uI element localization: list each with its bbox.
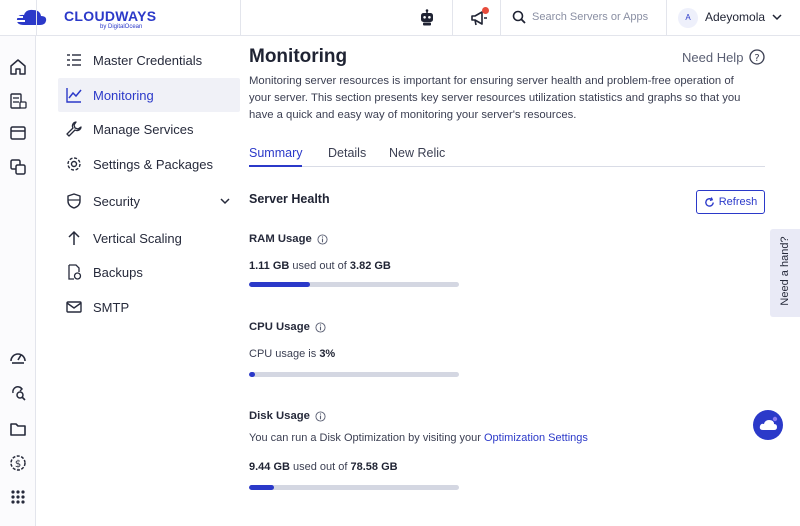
nav-item-security[interactable]: Security	[58, 184, 240, 218]
metric-title: RAM Usage	[249, 233, 312, 245]
nav-item-settings-packages[interactable]: Settings & Packages	[58, 147, 240, 181]
metric-title: CPU Usage	[249, 321, 310, 333]
cpu-value: 3%	[319, 348, 336, 360]
tab-summary[interactable]: Summary	[249, 146, 303, 167]
cpu-prefix: CPU usage is	[249, 348, 320, 360]
need-a-hand-tab[interactable]: Need a hand?	[770, 229, 800, 317]
backup-icon	[68, 264, 82, 280]
ram-usage-label: RAM Usage	[249, 233, 328, 245]
chevron-down-icon[interactable]	[772, 13, 782, 21]
billing-icon[interactable]: $	[9, 454, 27, 472]
chat-launcher-button[interactable]	[753, 410, 783, 440]
notification-dot	[482, 7, 489, 14]
info-icon[interactable]	[317, 233, 328, 245]
metric-title: Disk Usage	[249, 410, 310, 422]
disk-hint-prefix: You can run a Disk Optimization by visit…	[249, 432, 484, 444]
disk-hint-text: You can run a Disk Optimization by visit…	[249, 432, 588, 444]
tab-details[interactable]: Details	[328, 146, 366, 167]
avatar[interactable]: A	[678, 8, 698, 28]
divider	[240, 0, 241, 36]
chevron-down-icon[interactable]	[220, 197, 230, 205]
page-title: Monitoring	[249, 46, 348, 67]
nav-label: Monitoring	[93, 87, 154, 103]
nav-label: SMTP	[93, 299, 130, 315]
ram-usage-text: 1.11 GB used out of 3.82 GB	[249, 260, 391, 272]
help-icon[interactable]: ?	[749, 49, 765, 65]
cpu-usage-text: CPU usage is 3%	[249, 348, 335, 360]
cpu-usage-label: CPU Usage	[249, 321, 326, 333]
wrench-icon	[66, 121, 82, 137]
cloudways-logo[interactable]: CLOUDWAYS by DigitalOcean	[14, 4, 174, 32]
ram-total: 3.82 GB	[349, 260, 391, 272]
cpu-progress-bar	[249, 372, 459, 377]
speedometer-icon[interactable]	[9, 348, 27, 366]
applications-icon[interactable]	[9, 124, 27, 142]
nav-item-backups[interactable]: Backups	[58, 255, 240, 289]
divider	[666, 0, 667, 36]
nav-label: Backups	[93, 264, 143, 280]
nav-item-smtp[interactable]: SMTP	[58, 290, 240, 324]
divider	[500, 0, 501, 36]
team-search-icon[interactable]	[9, 384, 27, 402]
nav-item-vertical-scaling[interactable]: Vertical Scaling	[58, 221, 240, 255]
search-icon[interactable]	[512, 10, 526, 24]
nav-label: Master Credentials	[93, 52, 203, 68]
nav-item-monitoring[interactable]: Monitoring	[58, 78, 240, 112]
disk-total: 78.58 GB	[350, 461, 398, 473]
svg-text:?: ?	[754, 53, 759, 64]
nav-label: Security	[93, 193, 140, 209]
refresh-label: Refresh	[718, 196, 758, 208]
list-icon	[67, 54, 81, 66]
disk-usage-text: 9.44 GB used out of 78.58 GB	[249, 461, 398, 473]
tab-bar: Summary Details New Relic	[249, 146, 765, 167]
chat-cloud-icon	[759, 416, 778, 430]
disk-progress-bar	[249, 485, 459, 490]
gear-icon	[67, 157, 81, 171]
home-icon[interactable]	[9, 58, 27, 76]
top-bar: CLOUDWAYS by DigitalOcean Search Servers…	[0, 0, 800, 36]
chart-icon	[66, 88, 82, 103]
disk-progress-fill	[249, 485, 275, 490]
folder-icon[interactable]	[9, 420, 27, 438]
disk-used: 9.44 GB	[249, 461, 290, 473]
search-input[interactable]: Search Servers or Apps	[532, 11, 648, 23]
svg-text:$: $	[15, 459, 21, 470]
logo-subtext: by DigitalOcean	[100, 24, 143, 30]
need-a-hand-label: Need a hand?	[779, 236, 791, 306]
section-title: Server Health	[249, 192, 330, 206]
ram-progress-bar	[249, 282, 459, 287]
logo-text: CLOUDWAYS	[64, 8, 157, 24]
bot-icon[interactable]	[418, 9, 436, 27]
ram-progress-fill	[249, 282, 310, 287]
disk-middle: used out of	[289, 461, 351, 473]
nav-label: Vertical Scaling	[93, 230, 182, 246]
arrow-up-icon	[68, 230, 80, 245]
nav-item-master-credentials[interactable]: Master Credentials	[58, 43, 240, 77]
mail-icon	[66, 301, 82, 313]
optimization-settings-link[interactable]: Optimization Settings	[484, 432, 588, 444]
ram-used: 1.11 GB	[249, 260, 290, 272]
ram-middle: used out of	[289, 260, 350, 272]
tab-new-relic[interactable]: New Relic	[389, 146, 445, 167]
need-help-link[interactable]: Need Help	[682, 50, 743, 65]
refresh-button[interactable]: Refresh	[696, 190, 765, 214]
servers-icon[interactable]	[9, 92, 27, 110]
cpu-progress-fill	[249, 372, 256, 377]
apps-grid-icon[interactable]	[9, 488, 27, 506]
divider	[452, 0, 453, 36]
info-icon[interactable]	[315, 410, 326, 422]
projects-icon[interactable]	[9, 158, 27, 176]
nav-label: Manage Services	[93, 121, 194, 137]
icon-rail: $	[0, 36, 36, 526]
nav-item-manage-services[interactable]: Manage Services	[58, 112, 240, 146]
page-description: Monitoring server resources is important…	[249, 75, 741, 121]
nav-label: Settings & Packages	[93, 156, 213, 172]
shield-icon	[67, 193, 81, 209]
divider	[36, 0, 37, 36]
cloud-logo-icon	[14, 9, 47, 25]
disk-usage-label: Disk Usage	[249, 410, 326, 422]
user-name[interactable]: Adeyomola	[705, 10, 765, 24]
refresh-icon	[704, 196, 714, 207]
info-icon[interactable]	[315, 321, 326, 333]
